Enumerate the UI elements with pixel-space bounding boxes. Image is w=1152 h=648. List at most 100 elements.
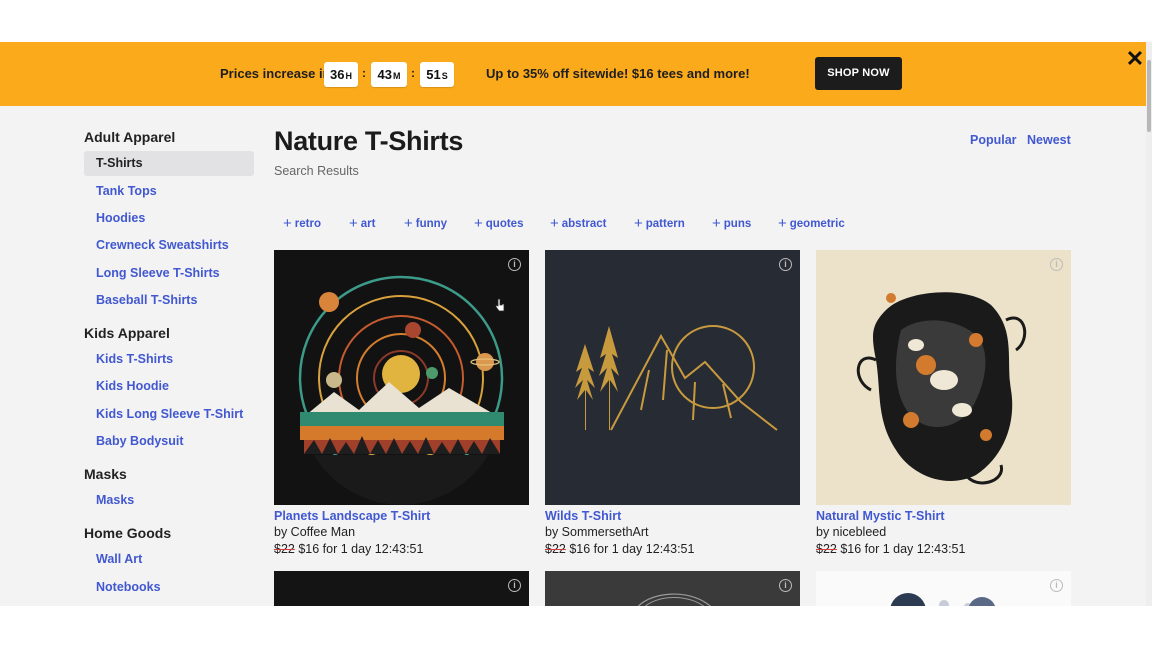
row2-3-artwork: [890, 593, 996, 606]
tag-label: quotes: [485, 218, 524, 230]
natural-mystic-artwork: [856, 292, 1027, 485]
product-title[interactable]: Planets Landscape T-Shirt: [274, 509, 430, 523]
category-heading-masks: Masks: [84, 466, 127, 482]
sidebar-item-baby-bodysuit[interactable]: Baby Bodysuit: [96, 434, 184, 448]
product-price: $22 $16 for 1 day 12:43:51: [816, 542, 965, 556]
tag-funny[interactable]: + funny: [404, 214, 448, 232]
product-price: $22 $16 for 1 day 12:43:51: [274, 542, 423, 556]
sidebar-item-label: T-Shirts: [96, 156, 143, 170]
product-price: $22 $16 for 1 day 12:43:51: [545, 542, 694, 556]
category-heading-kids: Kids Apparel: [84, 325, 170, 341]
timer-hours-unit: H: [345, 71, 352, 81]
plus-icon: +: [712, 215, 721, 232]
timer-seconds-unit: S: [441, 71, 448, 81]
promo-offer: Up to 35% off sitewide! $16 tees and mor…: [486, 66, 750, 81]
sort-newest-link[interactable]: Newest: [1027, 133, 1071, 147]
planets-landscape-artwork: [298, 275, 504, 505]
tag-label: puns: [723, 218, 752, 230]
info-icon[interactable]: i: [508, 579, 521, 592]
tag-geometric[interactable]: + geometric: [778, 214, 845, 232]
plus-icon: +: [550, 215, 559, 232]
category-heading-home-goods: Home Goods: [84, 525, 172, 541]
sidebar-item-hoodies[interactable]: Hoodies: [96, 211, 145, 225]
info-icon[interactable]: i: [1050, 258, 1063, 271]
timer-hours-value: 36: [330, 67, 345, 82]
sale-price: $16 for 1 day 12:43:51: [569, 542, 695, 556]
sidebar-item-wall-art[interactable]: Wall Art: [96, 552, 142, 566]
tag-abstract[interactable]: + abstract: [550, 214, 607, 232]
sort-popular-link[interactable]: Popular: [970, 133, 1017, 147]
close-icon[interactable]: ✕: [1124, 48, 1146, 70]
tag-art[interactable]: + art: [349, 214, 376, 232]
wilds-mountain-artwork: [575, 325, 778, 431]
plus-icon: +: [634, 215, 643, 232]
page-scrollbar[interactable]: [1146, 42, 1152, 606]
tag-puns[interactable]: + puns: [712, 214, 752, 232]
tag-label: funny: [415, 218, 448, 230]
hand-cursor-icon: [495, 298, 505, 312]
sidebar-item-baseball-t-shirts[interactable]: Baseball T-Shirts: [96, 293, 197, 307]
product-artist: by Coffee Man: [274, 525, 356, 539]
sidebar-item-t-shirts[interactable]: T-Shirts: [84, 151, 254, 176]
row2-2-artwork: [637, 593, 711, 606]
tag-label: art: [360, 218, 376, 230]
tag-label: abstract: [561, 218, 607, 230]
timer-separator: :: [411, 66, 415, 80]
tag-label: retro: [294, 218, 321, 230]
plus-icon: +: [349, 215, 358, 232]
info-icon[interactable]: i: [779, 579, 792, 592]
plus-icon: +: [474, 215, 483, 232]
plus-icon: +: [283, 215, 292, 232]
sidebar-item-long-sleeve-t-shirts[interactable]: Long Sleeve T-Shirts: [96, 266, 220, 280]
old-price: $22: [545, 542, 566, 556]
sidebar-item-masks[interactable]: Masks: [96, 493, 134, 507]
tag-quotes[interactable]: + quotes: [474, 214, 524, 232]
product-image-row2-1[interactable]: i: [274, 571, 529, 606]
plus-icon: +: [778, 215, 787, 232]
tag-label: geometric: [789, 218, 845, 230]
product-image-natural-mystic[interactable]: i: [816, 250, 1071, 505]
product-image-row2-3[interactable]: i: [816, 571, 1071, 606]
sale-price: $16 for 1 day 12:43:51: [840, 542, 966, 556]
timer-minutes-value: 43: [377, 67, 392, 82]
sidebar-item-crewneck-sweatshirts[interactable]: Crewneck Sweatshirts: [96, 238, 229, 252]
shop-now-button[interactable]: SHOP NOW: [815, 57, 902, 90]
sale-price: $16 for 1 day 12:43:51: [298, 542, 424, 556]
product-title[interactable]: Natural Mystic T-Shirt: [816, 509, 945, 523]
old-price: $22: [816, 542, 837, 556]
old-price: $22: [274, 542, 295, 556]
sidebar-item-kids-hoodie[interactable]: Kids Hoodie: [96, 379, 169, 393]
bottom-blank-area: [0, 606, 1152, 648]
timer-minutes-unit: M: [392, 71, 401, 81]
product-image-planets-landscape[interactable]: i: [274, 250, 529, 505]
product-artist: by SommersethArt: [545, 525, 649, 539]
tag-retro[interactable]: + retro: [283, 214, 321, 232]
timer-seconds: 51S: [420, 62, 454, 87]
promo-banner: Prices increase in 36H : 43M : 51S Up to…: [0, 42, 1152, 106]
timer-separator: :: [362, 66, 366, 80]
main-content: Adult Apparel T-Shirts Tank Tops Hoodies…: [0, 106, 1146, 606]
page-title: Nature T-Shirts: [274, 126, 464, 156]
info-icon[interactable]: i: [508, 258, 521, 271]
sidebar-item-kids-long-sleeve[interactable]: Kids Long Sleeve T-Shirt: [96, 407, 243, 421]
sidebar-item-tank-tops[interactable]: Tank Tops: [96, 184, 157, 198]
sidebar-item-notebooks[interactable]: Notebooks: [96, 580, 161, 594]
plus-icon: +: [404, 215, 413, 232]
info-icon[interactable]: i: [779, 258, 792, 271]
product-image-wilds[interactable]: i: [545, 250, 800, 505]
sidebar-item-kids-t-shirts[interactable]: Kids T-Shirts: [96, 352, 173, 366]
product-artist: by nicebleed: [816, 525, 887, 539]
product-image-row2-2[interactable]: i: [545, 571, 800, 606]
top-blank-area: [0, 0, 1152, 42]
timer-minutes: 43M: [371, 62, 407, 87]
page-subtitle: Search Results: [274, 164, 359, 178]
promo-prefix: Prices increase in: [220, 66, 331, 81]
info-icon[interactable]: i: [1050, 579, 1063, 592]
product-title[interactable]: Wilds T-Shirt: [545, 509, 621, 523]
tag-pattern[interactable]: + pattern: [634, 214, 685, 232]
scrollbar-thumb[interactable]: [1147, 60, 1151, 132]
category-heading-adult: Adult Apparel: [84, 129, 176, 145]
tag-label: pattern: [645, 218, 685, 230]
timer-seconds-value: 51: [426, 67, 441, 82]
timer-hours: 36H: [324, 62, 358, 87]
